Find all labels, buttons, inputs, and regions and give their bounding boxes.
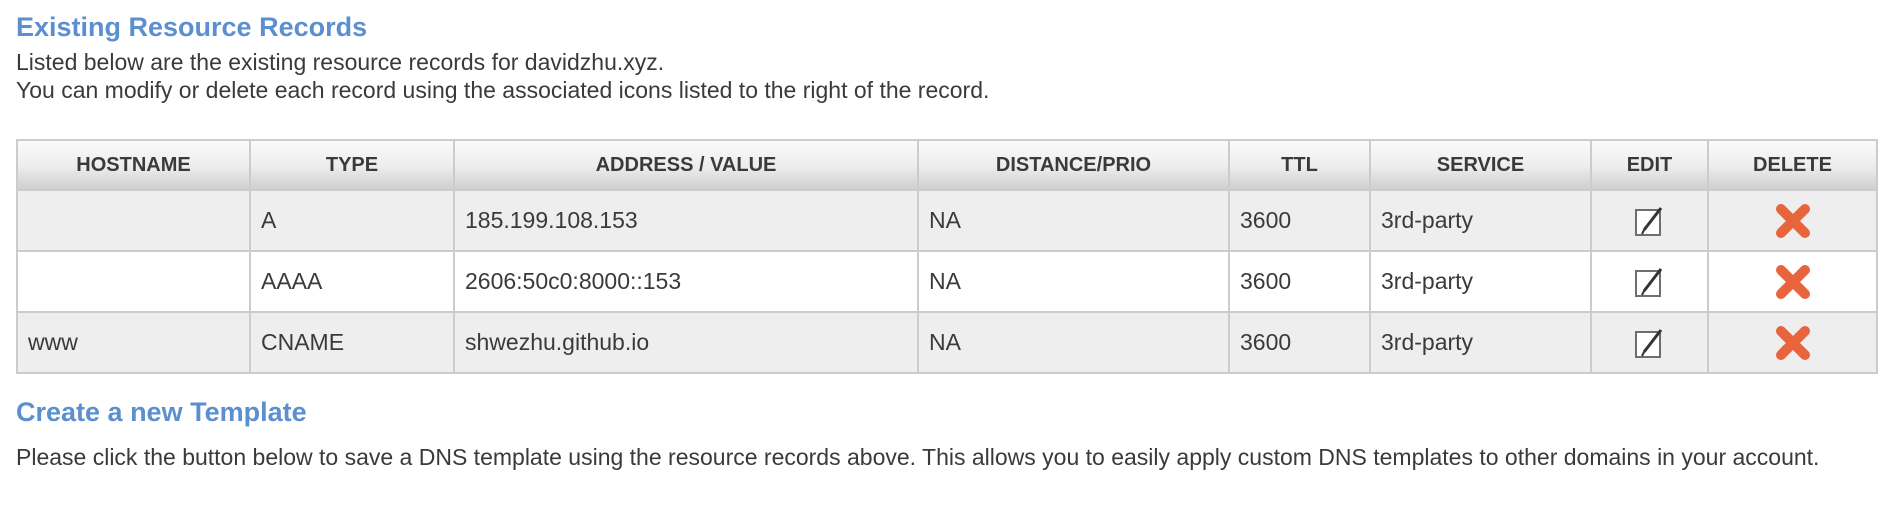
cell-edit [1590, 311, 1709, 374]
cell-edit [1590, 189, 1709, 252]
table-row: A 185.199.108.153 NA 3600 3rd-party [16, 189, 1878, 252]
edit-record-button[interactable] [1633, 204, 1667, 238]
delete-record-button[interactable] [1773, 201, 1813, 241]
edit-record-button[interactable] [1633, 326, 1667, 360]
cell-hostname [16, 189, 251, 252]
cell-ttl: 3600 [1228, 311, 1371, 374]
delete-x-icon [1775, 325, 1810, 360]
cell-distance: NA [917, 250, 1230, 313]
edit-pencil-icon [1634, 328, 1662, 358]
header-hostname[interactable]: HOSTNAME [16, 139, 251, 191]
cell-edit [1590, 250, 1709, 313]
description-line-1: Listed below are the existing resource r… [16, 49, 665, 75]
dns-records-page: Existing Resource Records Listed below a… [0, 0, 1880, 518]
cell-address: shwezhu.github.io [453, 311, 919, 374]
header-service[interactable]: SERVICE [1369, 139, 1592, 191]
cell-hostname: www [16, 311, 251, 374]
edit-pencil-icon [1634, 267, 1662, 297]
description-line-2: You can modify or delete each record usi… [16, 77, 990, 103]
cell-delete [1707, 311, 1878, 374]
cell-service: 3rd-party [1369, 189, 1592, 252]
cell-ttl: 3600 [1228, 189, 1371, 252]
cell-distance: NA [917, 189, 1230, 252]
cell-type: AAAA [249, 250, 455, 313]
header-edit: EDIT [1590, 139, 1709, 191]
header-delete: DELETE [1707, 139, 1878, 191]
cell-hostname [16, 250, 251, 313]
cell-service: 3rd-party [1369, 250, 1592, 313]
resource-records-table: HOSTNAME TYPE ADDRESS / VALUE DISTANCE/P… [16, 139, 1878, 374]
delete-record-button[interactable] [1773, 262, 1813, 302]
cell-type: CNAME [249, 311, 455, 374]
create-template-heading: Create a new Template [16, 397, 307, 427]
header-ttl[interactable]: TTL [1228, 139, 1371, 191]
header-distance-prio[interactable]: DISTANCE/PRIO [917, 139, 1230, 191]
delete-x-icon [1775, 264, 1810, 299]
existing-records-heading: Existing Resource Records [16, 12, 368, 42]
cell-delete [1707, 250, 1878, 313]
cell-address: 185.199.108.153 [453, 189, 919, 252]
table-row: AAAA 2606:50c0:8000::153 NA 3600 3rd-par… [16, 250, 1878, 313]
cell-distance: NA [917, 311, 1230, 374]
cell-delete [1707, 189, 1878, 252]
cell-service: 3rd-party [1369, 311, 1592, 374]
table-row: www CNAME shwezhu.github.io NA 3600 3rd-… [16, 311, 1878, 374]
edit-pencil-icon [1634, 206, 1662, 236]
delete-x-icon [1775, 203, 1810, 238]
edit-record-button[interactable] [1633, 265, 1667, 299]
header-type[interactable]: TYPE [249, 139, 455, 191]
create-template-description: Please click the button below to save a … [16, 444, 1820, 470]
cell-type: A [249, 189, 455, 252]
cell-ttl: 3600 [1228, 250, 1371, 313]
delete-record-button[interactable] [1773, 323, 1813, 363]
existing-records-description: Listed below are the existing resource r… [16, 48, 1856, 104]
cell-address: 2606:50c0:8000::153 [453, 250, 919, 313]
header-address-value[interactable]: ADDRESS / VALUE [453, 139, 919, 191]
table-header-row: HOSTNAME TYPE ADDRESS / VALUE DISTANCE/P… [16, 139, 1878, 191]
